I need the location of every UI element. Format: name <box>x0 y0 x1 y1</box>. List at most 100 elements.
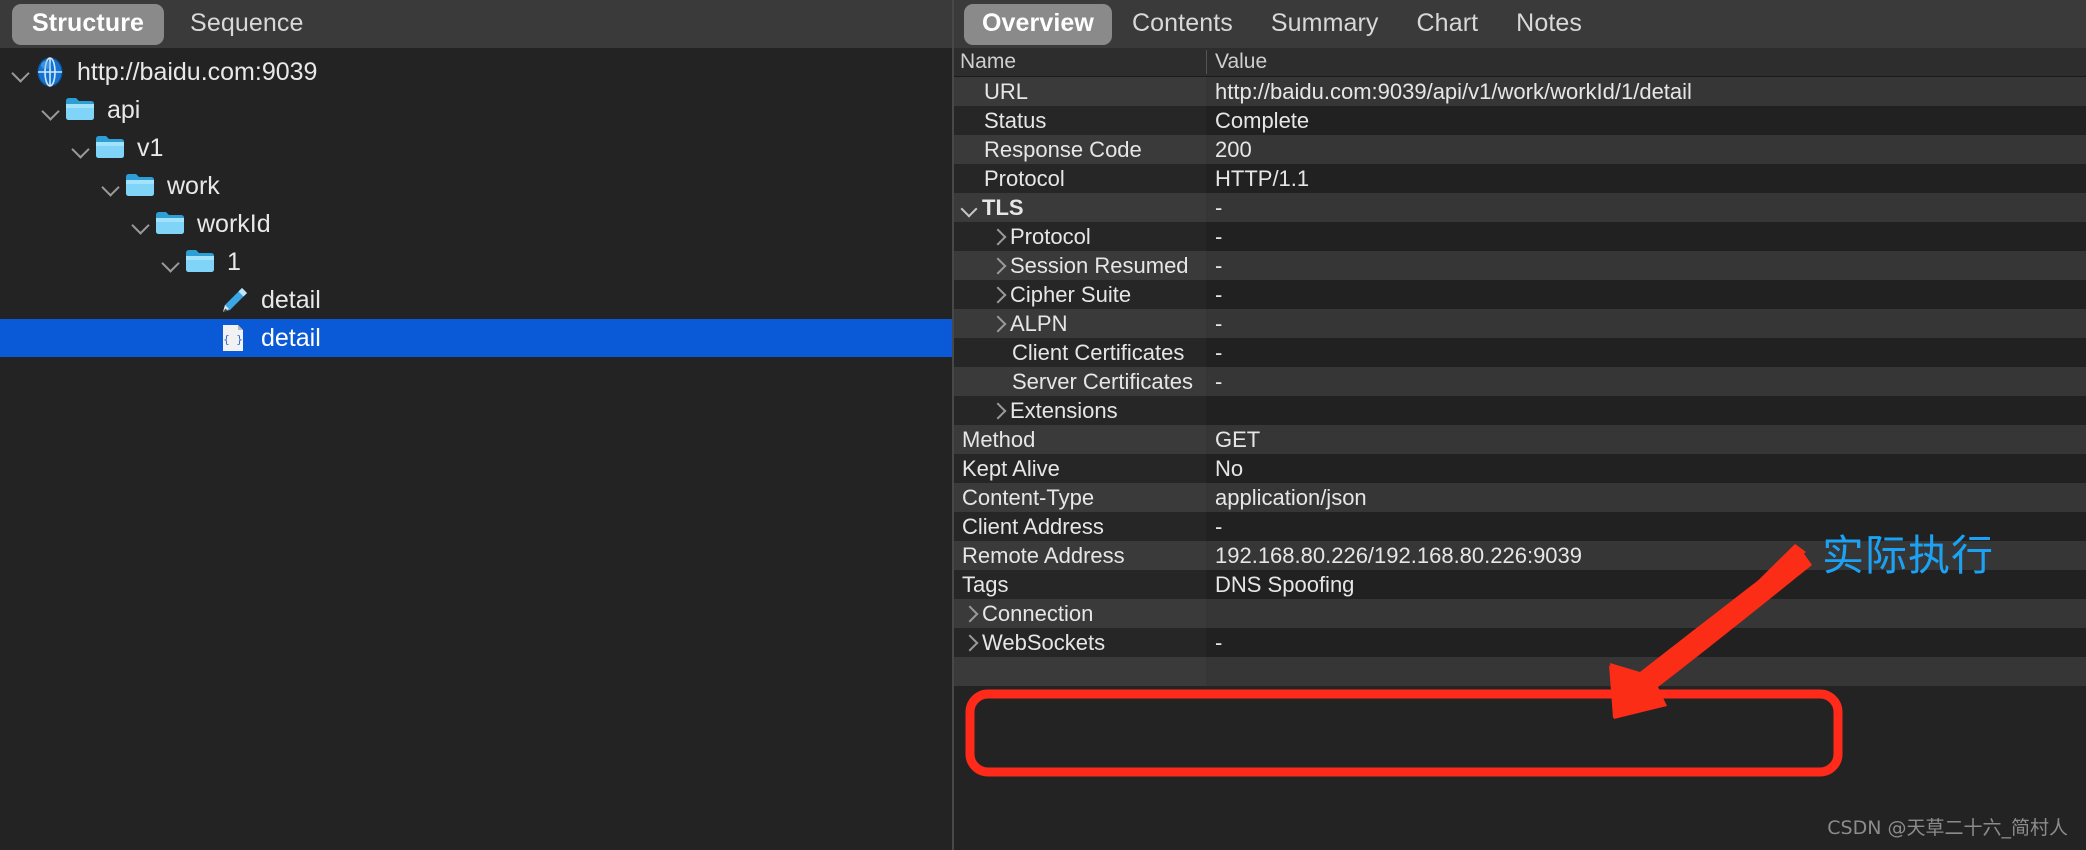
chevron-down-icon[interactable] <box>68 135 94 161</box>
tab-notes[interactable]: Notes <box>1498 4 1600 45</box>
tree-item-label: 1 <box>227 247 241 276</box>
tab-overview[interactable]: Overview <box>964 3 1112 45</box>
row-label: Remote Address <box>962 542 1125 568</box>
row-name-cell: Server Certificates <box>954 367 1206 396</box>
globe-icon <box>34 57 68 87</box>
row-name-cell: WebSockets <box>954 628 1206 657</box>
row-label: Cipher Suite <box>1010 281 1132 307</box>
chevron-right-icon[interactable] <box>956 601 982 627</box>
tab-sequence[interactable]: Sequence <box>170 4 323 45</box>
row-label: Protocol <box>1010 223 1091 249</box>
chevron-right-icon[interactable] <box>984 224 1010 250</box>
table-row[interactable]: ALPN - <box>954 309 2086 338</box>
tree-item-host[interactable]: http://baidu.com:9039 <box>0 53 952 91</box>
table-row[interactable]: Kept Alive No <box>954 454 2086 483</box>
chevron-down-icon[interactable] <box>38 97 64 123</box>
row-label: Tags <box>962 571 1009 597</box>
tab-structure[interactable]: Structure <box>12 3 165 45</box>
row-label: Method <box>962 426 1036 452</box>
row-name-cell: Session Resumed <box>954 251 1206 280</box>
row-value-cell: DNS Spoofing <box>1206 570 2086 599</box>
row-label: Extensions <box>1010 397 1118 423</box>
table-row[interactable]: Server Certificates - <box>954 367 2086 396</box>
row-label: Client Address <box>962 513 1104 539</box>
tab-contents[interactable]: Contents <box>1114 4 1251 45</box>
row-value-cell: - <box>1206 309 2086 338</box>
row-name-cell: Client Certificates <box>954 338 1206 367</box>
row-label: URL <box>984 78 1029 104</box>
table-row-tags[interactable]: Tags DNS Spoofing <box>954 570 2086 599</box>
chevron-down-icon[interactable] <box>98 173 124 199</box>
row-name-cell <box>954 657 1206 686</box>
folder-icon <box>184 247 218 277</box>
row-name-cell: TLS <box>954 193 1206 222</box>
row-value-cell: - <box>1206 512 2086 541</box>
table-row[interactable]: Status Complete <box>954 106 2086 135</box>
row-name-cell: Tags <box>954 570 1206 599</box>
structure-tree[interactable]: http://baidu.com:9039 api v1 work workId… <box>0 48 952 850</box>
row-value-cell: - <box>1206 367 2086 396</box>
row-value-cell: HTTP/1.1 <box>1206 164 2086 193</box>
table-row[interactable]: Content-Type application/json <box>954 483 2086 512</box>
table-row[interactable]: Session Resumed - <box>954 251 2086 280</box>
row-label: Session Resumed <box>1010 252 1189 278</box>
tree-item-work[interactable]: work <box>0 167 952 205</box>
tree-item-1[interactable]: 1 <box>0 243 952 281</box>
tree-item-workid[interactable]: workId <box>0 205 952 243</box>
chevron-right-icon[interactable] <box>984 311 1010 337</box>
chevron-down-icon[interactable] <box>158 249 184 275</box>
overview-panel: Overview Contents Summary Chart Notes Na… <box>952 0 2086 850</box>
left-tab-bar: Structure Sequence <box>0 0 952 48</box>
tree-item-api[interactable]: api <box>0 91 952 129</box>
tree-item-label: detail <box>261 323 321 352</box>
table-row[interactable]: Method GET <box>954 425 2086 454</box>
row-name-cell: ALPN <box>954 309 1206 338</box>
row-value-cell: - <box>1206 251 2086 280</box>
json-document-icon: { } <box>218 323 252 353</box>
tab-chart[interactable]: Chart <box>1399 4 1497 45</box>
chevron-down-icon[interactable] <box>956 195 982 221</box>
table-row[interactable]: Client Address - <box>954 512 2086 541</box>
chevron-right-icon[interactable] <box>984 253 1010 279</box>
row-value-cell: application/json <box>1206 483 2086 512</box>
table-row[interactable]: Extensions <box>954 396 2086 425</box>
folder-icon <box>64 95 98 125</box>
tree-item-detail-json[interactable]: { } detail <box>0 319 952 357</box>
row-name-cell: URL <box>954 77 1206 106</box>
table-row[interactable]: Protocol - <box>954 222 2086 251</box>
svg-text:{ }: { } <box>223 333 243 346</box>
tree-item-label: workId <box>197 209 271 238</box>
row-label: Client Certificates <box>1012 339 1185 365</box>
row-value-cell: - <box>1206 193 2086 222</box>
row-value-cell <box>1206 396 2086 425</box>
table-row-remote-address[interactable]: Remote Address 192.168.80.226/192.168.80… <box>954 541 2086 570</box>
table-row-tls[interactable]: TLS - <box>954 193 2086 222</box>
row-value-cell: 200 <box>1206 135 2086 164</box>
table-row[interactable]: Protocol HTTP/1.1 <box>954 164 2086 193</box>
table-row-filler <box>954 657 2086 686</box>
row-value-cell: - <box>1206 338 2086 367</box>
tree-item-detail-rewrite[interactable]: detail <box>0 281 952 319</box>
column-header-name[interactable]: Name <box>954 50 1206 74</box>
chevron-right-icon[interactable] <box>984 398 1010 424</box>
table-row[interactable]: Cipher Suite - <box>954 280 2086 309</box>
row-value-cell: 192.168.80.226/192.168.80.226:9039 <box>1206 541 2086 570</box>
table-row[interactable]: Connection <box>954 599 2086 628</box>
tree-item-label: detail <box>261 285 321 314</box>
chevron-right-icon[interactable] <box>956 630 982 656</box>
chevron-down-icon[interactable] <box>128 211 154 237</box>
tree-item-v1[interactable]: v1 <box>0 129 952 167</box>
table-row[interactable]: WebSockets - <box>954 628 2086 657</box>
table-row[interactable]: URL http://baidu.com:9039/api/v1/work/wo… <box>954 77 2086 106</box>
folder-icon <box>154 209 188 239</box>
overview-table: Name Value URL http://baidu.com:9039/api… <box>954 48 2086 850</box>
row-label: Connection <box>982 600 1094 626</box>
column-header-value[interactable]: Value <box>1206 50 2086 74</box>
chevron-right-icon[interactable] <box>984 282 1010 308</box>
row-value-cell <box>1206 657 2086 686</box>
chevron-down-icon[interactable] <box>8 59 34 85</box>
row-name-cell: Protocol <box>954 164 1206 193</box>
table-row[interactable]: Client Certificates - <box>954 338 2086 367</box>
table-row[interactable]: Response Code 200 <box>954 135 2086 164</box>
tab-summary[interactable]: Summary <box>1253 4 1397 45</box>
